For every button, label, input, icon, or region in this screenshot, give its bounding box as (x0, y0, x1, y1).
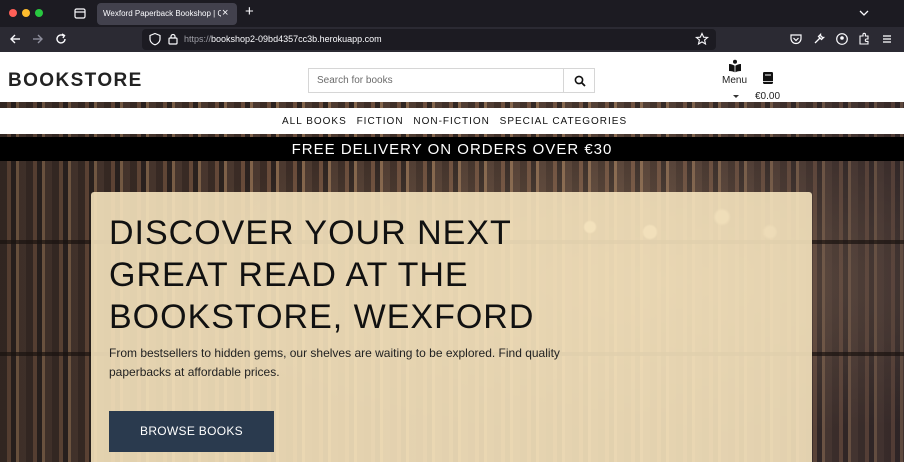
back-icon[interactable] (8, 32, 22, 46)
nav-item-fiction[interactable]: FICTION (357, 116, 404, 127)
nav-item-non-fiction[interactable]: NON-FICTION (413, 116, 490, 127)
nav-item-special-categories[interactable]: SPECIAL CATEGORIES (500, 116, 627, 127)
menu-label: Menu (722, 75, 748, 86)
new-tab-icon[interactable]: + (245, 4, 254, 20)
search-input[interactable] (309, 69, 563, 92)
developer-tools-icon[interactable] (812, 32, 826, 46)
search-icon (574, 75, 586, 87)
site-logo[interactable]: BOOKSTORE (8, 70, 143, 92)
caret-down-icon (733, 95, 739, 98)
browser-tab-active[interactable]: Wexford Paperback Bookshop | Qua × (97, 3, 237, 25)
hero-subtitle: From bestsellers to hidden gems, our she… (109, 346, 560, 379)
url-text[interactable]: https://bookshop2-09bd4357cc3b.herokuapp… (184, 34, 382, 44)
browser-tab-bar: Wexford Paperback Bookshop | Qua × + (0, 0, 904, 27)
pocket-icon[interactable] (789, 32, 803, 46)
tab-title: Wexford Paperback Bookshop | Qua (103, 9, 221, 18)
hero-card: DISCOVER YOUR NEXT GREAT READ AT THE BOO… (91, 192, 812, 462)
nav-item-all-books[interactable]: ALL BOOKS (282, 116, 347, 127)
hamburger-menu-icon[interactable] (880, 32, 894, 46)
promo-banner: FREE DELIVERY ON ORDERS OVER €30 (0, 137, 904, 161)
cart-total: €0.00 (755, 91, 781, 102)
bookmark-star-icon[interactable] (695, 32, 709, 46)
forward-icon[interactable] (31, 32, 45, 46)
site-header: BOOKSTORE Menu (0, 52, 904, 102)
list-all-tabs-icon[interactable] (858, 7, 870, 19)
reload-icon[interactable] (54, 32, 68, 46)
menu-toggle[interactable]: Menu (718, 57, 752, 101)
hero-title: DISCOVER YOUR NEXT GREAT READ AT THE BOO… (109, 214, 535, 336)
tab-close-icon[interactable]: × (222, 6, 228, 20)
account-icon[interactable] (835, 32, 849, 46)
category-nav: ALL BOOKS FICTION NON-FICTION SPECIAL CA… (0, 108, 904, 134)
book-icon (763, 72, 773, 84)
browse-books-button[interactable]: BROWSE BOOKS (109, 411, 274, 452)
open-book-icon (729, 59, 741, 73)
tab-overview-icon[interactable] (73, 6, 87, 20)
lock-icon[interactable] (166, 32, 180, 46)
web-page: BOOKSTORE Menu (0, 52, 904, 462)
browser-nav-bar: https://bookshop2-09bd4357cc3b.herokuapp… (0, 27, 904, 52)
address-bar[interactable]: https://bookshop2-09bd4357cc3b.herokuapp… (142, 29, 716, 50)
cart-link[interactable]: €0.00 (754, 70, 794, 102)
search-form (308, 68, 595, 93)
extensions-icon[interactable] (857, 32, 871, 46)
url-host: bookshop2-09bd4357cc3b.herokuapp.com (211, 34, 382, 44)
window-close-button[interactable] (9, 9, 17, 17)
search-button[interactable] (563, 68, 595, 93)
window-minimize-button[interactable] (22, 9, 30, 17)
promo-text: FREE DELIVERY ON ORDERS OVER €30 (291, 141, 613, 158)
tracking-protection-icon[interactable] (148, 32, 162, 46)
url-scheme: https:// (184, 34, 212, 44)
window-maximize-button[interactable] (35, 9, 43, 17)
